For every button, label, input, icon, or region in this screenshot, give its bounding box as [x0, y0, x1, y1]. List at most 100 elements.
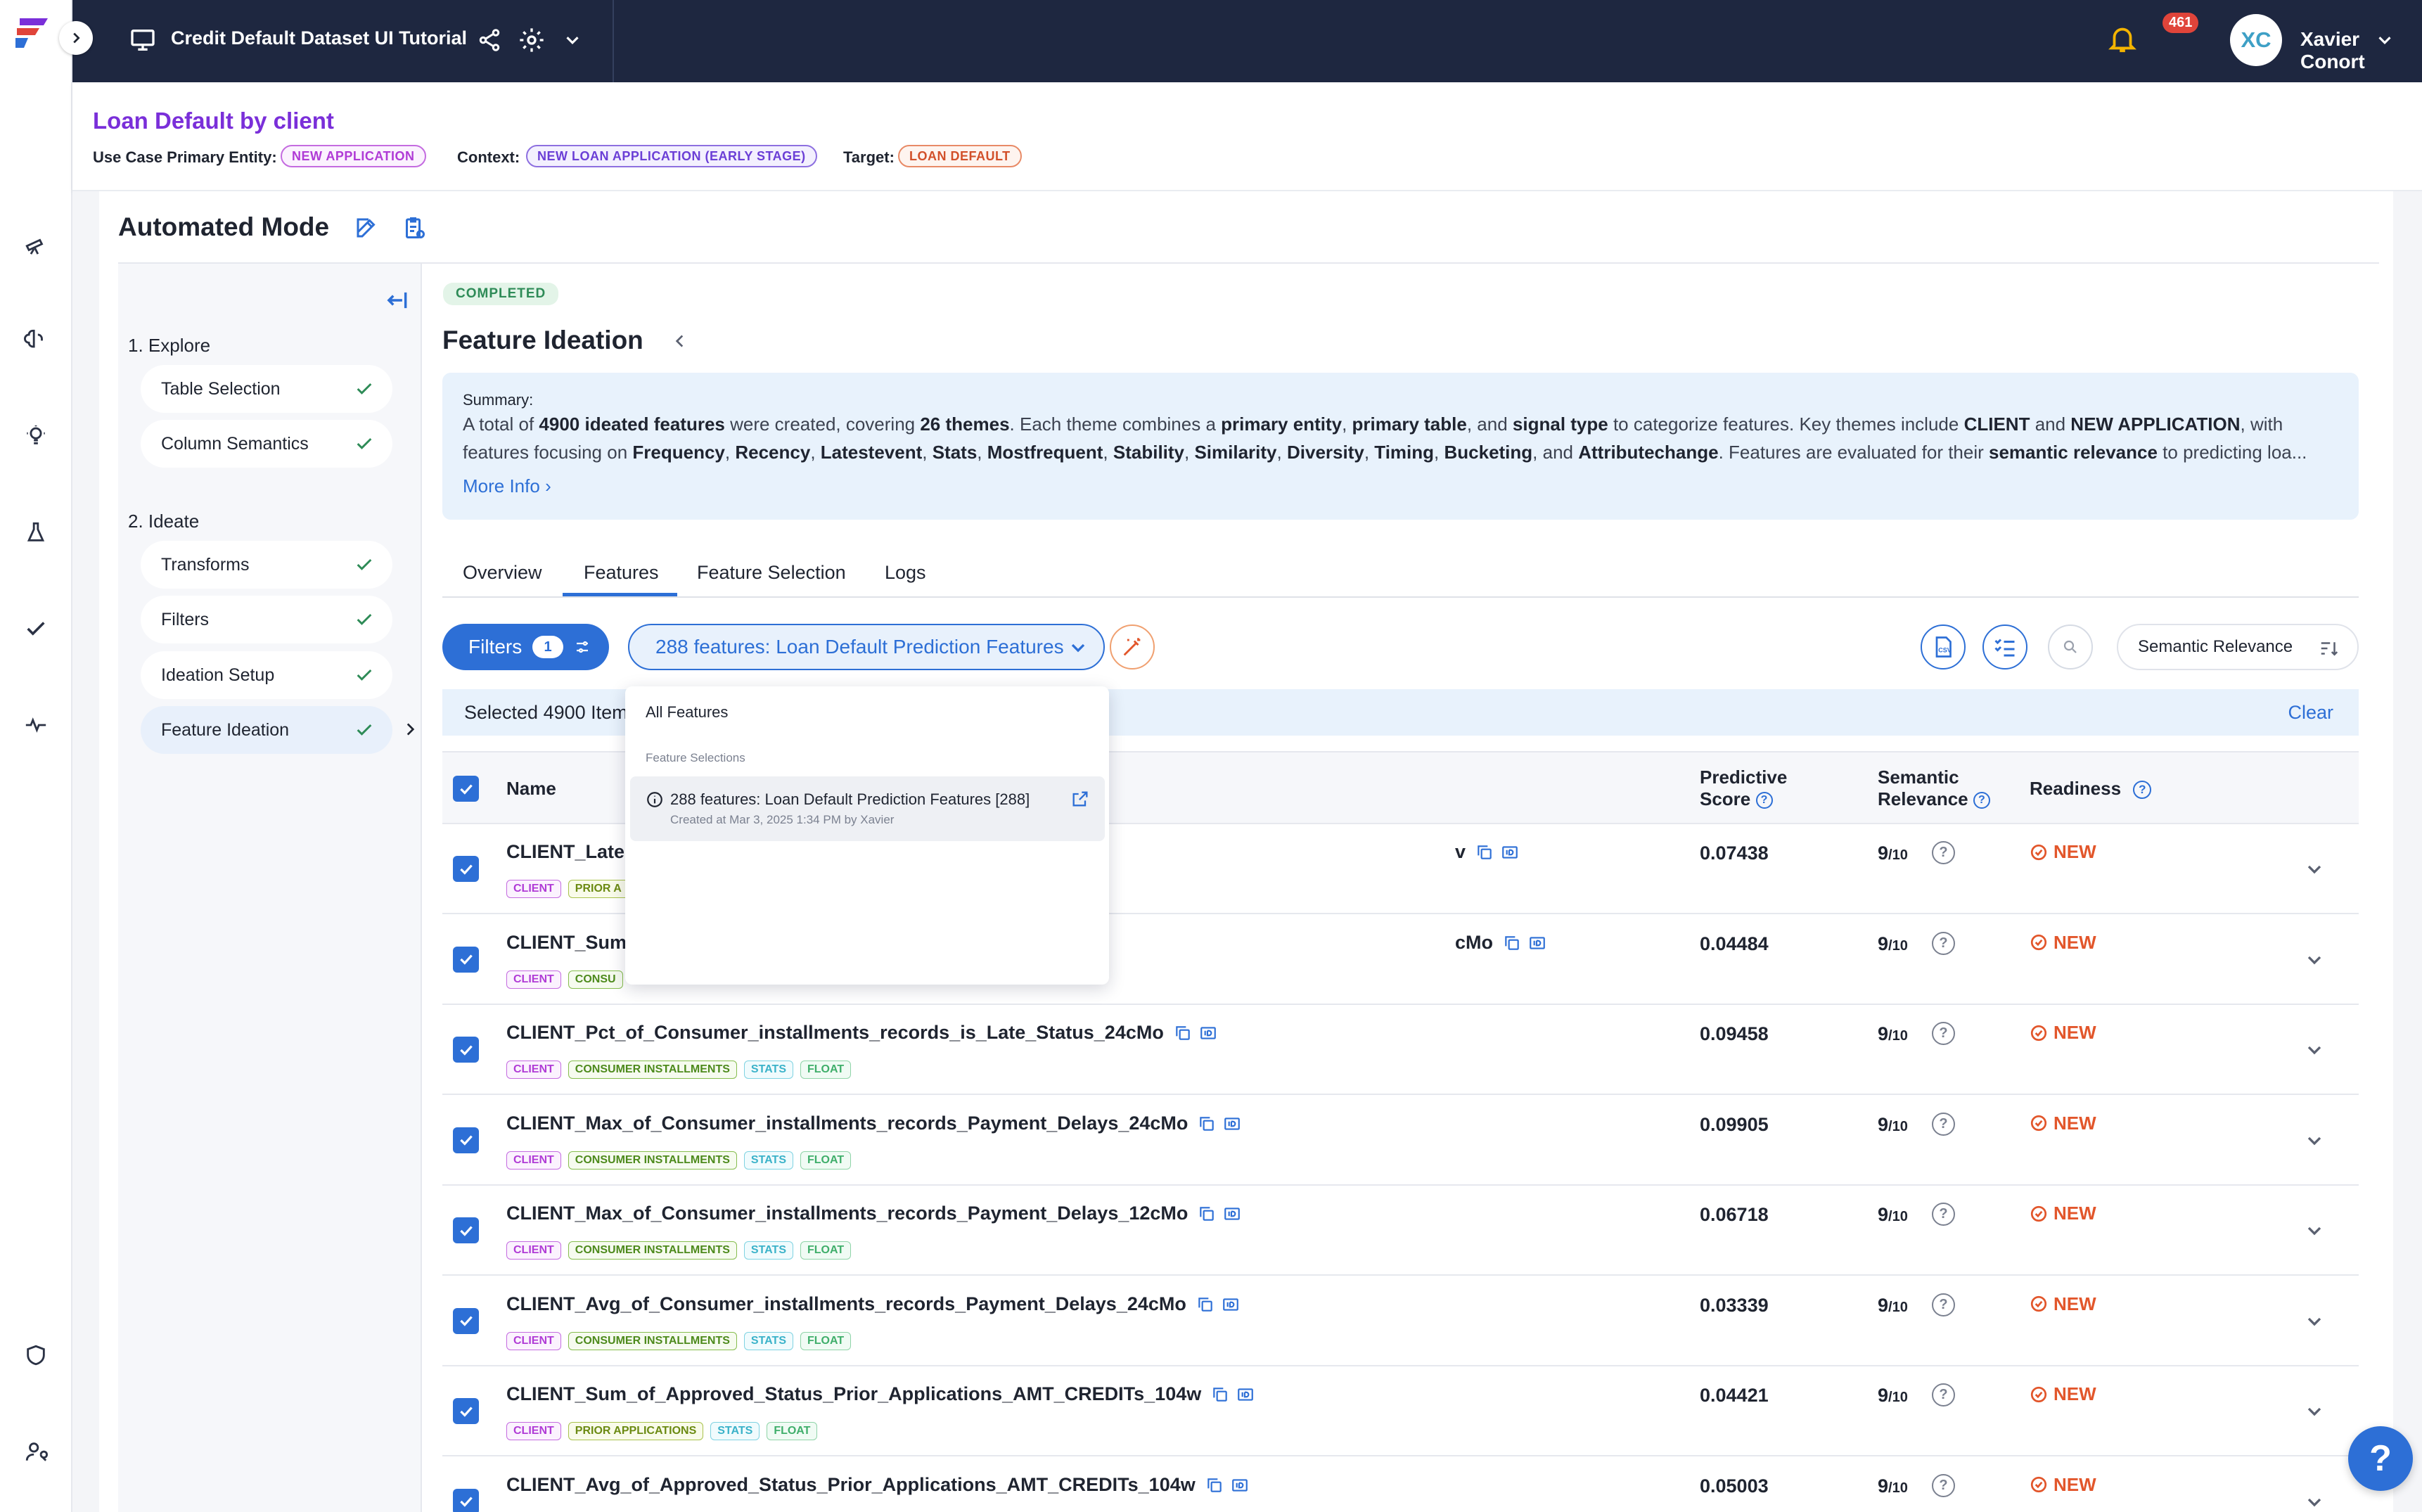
- menu-item-feature-selection[interactable]: 288 features: Loan Default Prediction Fe…: [630, 776, 1105, 841]
- table-row[interactable]: CLIENT_Avg_of_Consumer_installments_reco…: [442, 1276, 2359, 1366]
- header-name[interactable]: Name: [506, 778, 556, 800]
- step-feature-ideation[interactable]: Feature Ideation: [141, 706, 392, 754]
- help-icon[interactable]: ?: [2133, 781, 2152, 800]
- step-transforms[interactable]: Transforms: [141, 541, 392, 589]
- expand-row-chevron-icon[interactable]: [2303, 858, 2326, 880]
- settings-gear-icon[interactable]: [518, 26, 546, 54]
- feature-name[interactable]: CLIENT_Lates: [506, 841, 635, 863]
- step-filters[interactable]: Filters: [141, 596, 392, 643]
- id-icon[interactable]: [1223, 1115, 1241, 1133]
- clear-selection-link[interactable]: Clear: [2288, 702, 2333, 724]
- table-row[interactable]: CLIENT_Avg_of_Approved_Status_Prior_Appl…: [442, 1456, 2359, 1512]
- feature-name[interactable]: CLIENT_Sum_: [506, 932, 637, 954]
- share-icon[interactable]: [477, 27, 502, 53]
- copy-icon[interactable]: [1198, 1115, 1216, 1133]
- step-table-selection[interactable]: Table Selection: [141, 365, 392, 413]
- sort-select[interactable]: Semantic Relevance: [2117, 624, 2359, 670]
- expand-row-chevron-icon[interactable]: [2303, 1039, 2326, 1061]
- header-semantic-relevance[interactable]: Semantic Relevance ?: [1878, 767, 1990, 810]
- feature-name[interactable]: CLIENT_Avg_of_Approved_Status_Prior_Appl…: [506, 1474, 1196, 1496]
- expand-row-chevron-icon[interactable]: [2303, 1400, 2326, 1423]
- row-checkbox[interactable]: [453, 1217, 479, 1243]
- id-icon[interactable]: [1528, 934, 1546, 952]
- shield-icon[interactable]: [20, 1339, 52, 1371]
- expand-row-chevron-icon[interactable]: [2303, 1129, 2326, 1152]
- id-icon[interactable]: [1199, 1024, 1217, 1042]
- row-checkbox[interactable]: [453, 856, 479, 882]
- lightbulb-icon[interactable]: [20, 419, 52, 451]
- row-checkbox[interactable]: [453, 1037, 479, 1063]
- expand-row-chevron-icon[interactable]: [2303, 1310, 2326, 1333]
- row-checkbox[interactable]: [453, 1488, 479, 1512]
- filters-button[interactable]: Filters 1: [442, 624, 609, 670]
- tab-feature-selection[interactable]: Feature Selection: [697, 562, 846, 584]
- flask-icon[interactable]: [20, 516, 52, 549]
- select-all-checkbox[interactable]: [453, 776, 479, 802]
- feature-name[interactable]: CLIENT_Avg_of_Consumer_installments_reco…: [506, 1293, 1186, 1315]
- row-checkbox[interactable]: [453, 1398, 479, 1424]
- menu-item-all-features[interactable]: All Features: [646, 703, 728, 722]
- id-icon[interactable]: [1222, 1295, 1240, 1314]
- copy-icon[interactable]: [1174, 1024, 1192, 1042]
- app-logo[interactable]: [14, 15, 56, 52]
- feature-name[interactable]: CLIENT_Sum_of_Approved_Status_Prior_Appl…: [506, 1383, 1201, 1405]
- header-predictive-score[interactable]: Predictive Score ?: [1700, 767, 1787, 810]
- check-icon[interactable]: [20, 613, 52, 645]
- avatar[interactable]: XC: [2230, 14, 2282, 66]
- export-csv-button[interactable]: CSV: [1921, 624, 1966, 669]
- help-icon[interactable]: ?: [1973, 792, 1990, 809]
- user-name[interactable]: Xavier Conort: [2300, 28, 2422, 73]
- table-row[interactable]: CLIENT_Pct_of_Consumer_installments_reco…: [442, 1005, 2359, 1095]
- help-icon[interactable]: ?: [1932, 1022, 1955, 1045]
- checklist-button[interactable]: [1982, 624, 2027, 669]
- search-button[interactable]: [2048, 624, 2093, 669]
- copy-icon[interactable]: [1211, 1385, 1229, 1404]
- external-link-icon[interactable]: [1070, 789, 1090, 809]
- step-column-semantics[interactable]: Column Semantics: [141, 420, 392, 468]
- copy-icon[interactable]: [1475, 843, 1494, 861]
- user-search-icon[interactable]: [20, 1435, 52, 1468]
- help-icon[interactable]: ?: [1932, 1112, 1955, 1136]
- chevron-down-icon[interactable]: [562, 30, 583, 51]
- brain-icon[interactable]: [20, 323, 52, 356]
- clipboard-icon[interactable]: [402, 215, 427, 241]
- feature-name[interactable]: CLIENT_Max_of_Consumer_installments_reco…: [506, 1113, 1188, 1134]
- copy-icon[interactable]: [1196, 1295, 1215, 1314]
- expand-row-chevron-icon[interactable]: [2303, 949, 2326, 971]
- edit-icon[interactable]: [354, 215, 379, 241]
- table-row[interactable]: CLIENT_Sum_of_Approved_Status_Prior_Appl…: [442, 1366, 2359, 1456]
- feature-name[interactable]: CLIENT_Pct_of_Consumer_installments_reco…: [506, 1022, 1164, 1044]
- help-icon[interactable]: ?: [1755, 792, 1773, 809]
- help-icon[interactable]: ?: [1932, 1203, 1955, 1226]
- feature-selection-dropdown[interactable]: 288 features: Loan Default Prediction Fe…: [628, 624, 1105, 670]
- magic-wand-button[interactable]: [1110, 624, 1155, 669]
- user-menu-chevron-icon[interactable]: [2374, 30, 2395, 51]
- id-icon[interactable]: [1223, 1205, 1241, 1223]
- row-checkbox[interactable]: [453, 1127, 479, 1153]
- project-title[interactable]: Credit Default Dataset UI Tutorial: [171, 27, 467, 49]
- help-icon[interactable]: ?: [1932, 931, 1955, 955]
- table-row[interactable]: CLIENT_Max_of_Consumer_installments_reco…: [442, 1186, 2359, 1276]
- copy-icon[interactable]: [1503, 934, 1521, 952]
- id-icon[interactable]: [1231, 1476, 1249, 1494]
- expand-row-chevron-icon[interactable]: [2303, 1219, 2326, 1242]
- telescope-icon[interactable]: [20, 228, 52, 260]
- id-icon[interactable]: [1236, 1385, 1255, 1404]
- id-icon[interactable]: [1501, 843, 1519, 861]
- copy-icon[interactable]: [1198, 1205, 1216, 1223]
- help-icon[interactable]: ?: [1932, 1293, 1955, 1316]
- more-info-link[interactable]: More Info ›: [463, 475, 551, 497]
- chevron-left-icon[interactable]: [671, 332, 689, 350]
- help-icon[interactable]: ?: [1932, 1383, 1955, 1407]
- use-case-title[interactable]: Loan Default by client: [93, 108, 334, 134]
- help-button[interactable]: ?: [2348, 1426, 2413, 1491]
- table-row[interactable]: CLIENT_Max_of_Consumer_installments_reco…: [442, 1095, 2359, 1186]
- row-checkbox[interactable]: [453, 1307, 479, 1334]
- collapse-panel-icon[interactable]: [383, 287, 410, 314]
- copy-icon[interactable]: [1205, 1476, 1224, 1494]
- feature-name[interactable]: CLIENT_Max_of_Consumer_installments_reco…: [506, 1203, 1188, 1224]
- step-ideation-setup[interactable]: Ideation Setup: [141, 651, 392, 699]
- tab-features[interactable]: Features: [584, 562, 659, 584]
- expand-row-chevron-icon[interactable]: [2303, 1491, 2326, 1512]
- tab-logs[interactable]: Logs: [885, 562, 926, 584]
